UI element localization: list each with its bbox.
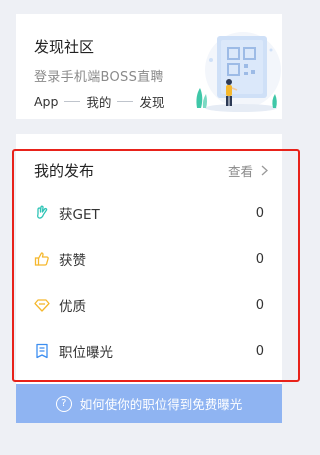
community-subtitle: 登录手机端BOSS直聘 bbox=[34, 70, 164, 85]
question-circle-icon: ? bbox=[55, 395, 72, 412]
stat-value: 0 bbox=[255, 297, 264, 313]
step-discover: 发现 bbox=[139, 95, 165, 110]
stat-row-exposure[interactable]: 职位曝光 0 bbox=[34, 340, 264, 362]
stat-row-likes[interactable]: 获赞 0 bbox=[34, 248, 264, 270]
community-title: 发现社区 bbox=[34, 38, 95, 56]
publish-title: 我的发布 bbox=[34, 162, 95, 180]
stat-value: 0 bbox=[255, 205, 264, 221]
view-link[interactable]: 查看 bbox=[228, 161, 268, 180]
step-divider bbox=[64, 101, 81, 102]
stat-label: 职位曝光 bbox=[59, 345, 113, 361]
stat-label: 获赞 bbox=[59, 253, 86, 269]
step-app: App bbox=[34, 94, 59, 109]
my-publish-card: 我的发布 查看 获GET 0 获赞 0 优质 0 职位曝光 0 bbox=[16, 134, 282, 386]
stat-label: 获GET bbox=[59, 207, 100, 223]
stat-row-get[interactable]: 获GET 0 bbox=[34, 202, 264, 224]
free-exposure-help-button[interactable]: ? 如何使你的职位得到免费曝光 bbox=[16, 384, 282, 423]
document-icon bbox=[34, 343, 50, 359]
step-mine: 我的 bbox=[86, 95, 112, 110]
community-steps: App 我的 发现 bbox=[34, 92, 164, 111]
stat-row-quality[interactable]: 优质 0 bbox=[34, 294, 264, 316]
chevron-right-icon bbox=[261, 165, 268, 176]
hand-gesture-icon bbox=[34, 205, 50, 221]
community-card[interactable]: 发现社区 登录手机端BOSS直聘 App 我的 发现 bbox=[16, 14, 282, 119]
stat-value: 0 bbox=[255, 343, 264, 359]
exposure-button-label: 如何使你的职位得到免费曝光 bbox=[79, 397, 243, 412]
stat-value: 0 bbox=[255, 251, 264, 267]
view-label: 查看 bbox=[227, 164, 253, 179]
stat-label: 优质 bbox=[59, 299, 86, 315]
qr-code-illustration bbox=[196, 32, 281, 112]
publish-header: 我的发布 查看 bbox=[34, 160, 268, 181]
step-divider bbox=[117, 101, 134, 102]
diamond-icon bbox=[34, 297, 50, 313]
thumbs-up-icon bbox=[34, 251, 50, 267]
